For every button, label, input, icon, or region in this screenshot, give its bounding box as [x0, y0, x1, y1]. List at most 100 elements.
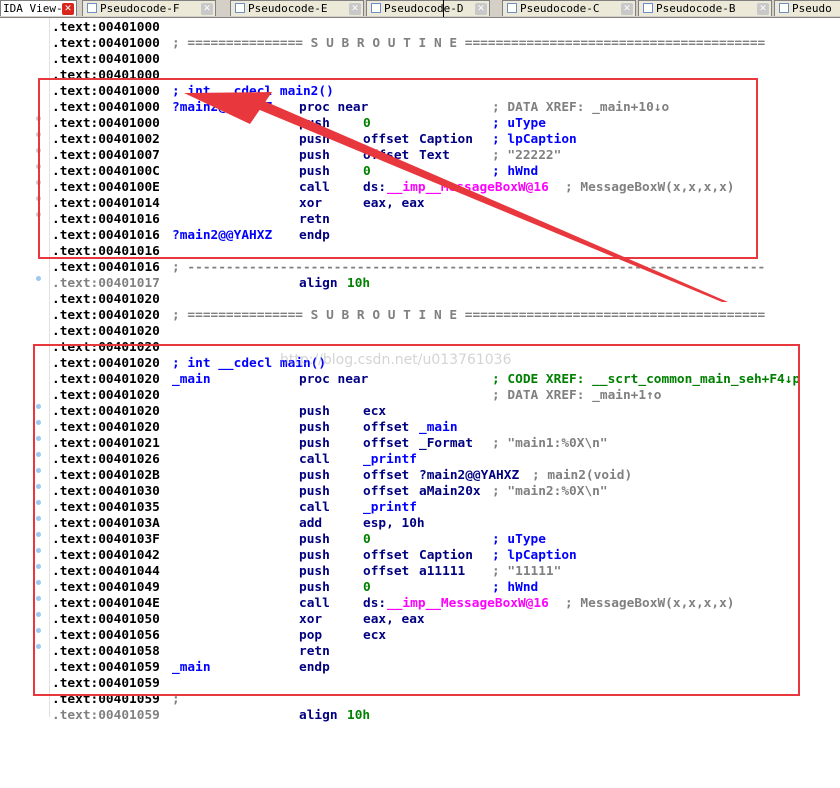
disasm-line[interactable]: .text:0040100C push 0 ; hWnd: [0, 164, 840, 180]
import-symbol[interactable]: __imp__MessageBoxW@16: [387, 596, 549, 612]
disasm-line[interactable]: .text:00401020 _main proc near ; CODE XR…: [0, 372, 840, 388]
disasm-line[interactable]: .text:00401020 push offset _main: [0, 420, 840, 436]
disasm-line[interactable]: .text:0040103A add esp, 10h: [0, 516, 840, 532]
breakpoint-dot[interactable]: [36, 500, 41, 505]
disasm-line[interactable]: .text:00401000 push 0 ; uType: [0, 116, 840, 132]
function-name[interactable]: _main: [172, 660, 211, 676]
tab-pseudocode-a[interactable]: Pseudo: [774, 0, 840, 16]
disasm-line[interactable]: .text:00401059: [0, 676, 840, 692]
watermark: http://blog.csdn.net/u013761036: [280, 352, 512, 368]
breakpoint-dot[interactable]: [36, 548, 41, 553]
operand-symbol[interactable]: ?main2@@YAHXZ: [419, 468, 519, 484]
breakpoint-dot[interactable]: [36, 148, 41, 153]
tab-pseudocode-e[interactable]: Pseudocode-E ✕: [230, 0, 364, 16]
breakpoint-dot[interactable]: [36, 628, 41, 633]
operand-symbol[interactable]: aMain20x: [419, 484, 481, 500]
close-icon[interactable]: ✕: [621, 3, 633, 15]
disasm-line[interactable]: .text:00401016 ?main2@@YAHXZ endp: [0, 228, 840, 244]
disasm-line[interactable]: .text:00401002 push offset Caption ; lpC…: [0, 132, 840, 148]
disasm-line[interactable]: .text:0040103F push 0 ; uType: [0, 532, 840, 548]
disasm-line[interactable]: .text:00401017 align 10h: [0, 276, 840, 292]
breakpoint-dot[interactable]: [36, 404, 41, 409]
disasm-line[interactable]: .text:00401021 push offset _Format ; "ma…: [0, 436, 840, 452]
disasm-line[interactable]: .text:00401000: [0, 68, 840, 84]
disasm-line[interactable]: .text:00401049 push 0 ; hWnd: [0, 580, 840, 596]
disasm-line[interactable]: .text:00401026 call _printf: [0, 452, 840, 468]
disasm-line[interactable]: .text:00401000: [0, 20, 840, 36]
breakpoint-dot[interactable]: [36, 596, 41, 601]
operand-symbol[interactable]: _main: [419, 420, 458, 436]
breakpoint-dot[interactable]: [36, 276, 41, 281]
tab-ida-view-a[interactable]: IDA View-A ✕: [0, 0, 77, 16]
xref-comment[interactable]: ; DATA XREF: _main+1↑o: [492, 388, 662, 404]
disasm-line[interactable]: .text:00401007 push offset Text ; "22222…: [0, 148, 840, 164]
operand-symbol[interactable]: _printf: [363, 500, 417, 516]
function-name[interactable]: ?main2@@YAHXZ: [172, 100, 272, 116]
breakpoint-dot[interactable]: [36, 436, 41, 441]
operand-symbol[interactable]: _printf: [363, 452, 417, 468]
function-name[interactable]: ?main2@@YAHXZ: [172, 228, 272, 244]
disasm-line[interactable]: .text:00401020: [0, 292, 840, 308]
tab-pseudocode-b[interactable]: Pseudocode-B ✕: [638, 0, 772, 16]
disasm-line[interactable]: .text:00401020 push ecx: [0, 404, 840, 420]
breakpoint-dot[interactable]: [36, 452, 41, 457]
tab-pseudocode-c[interactable]: Pseudocode-C ✕: [502, 0, 636, 16]
disasm-line[interactable]: .text:00401042 push offset Caption ; lpC…: [0, 548, 840, 564]
breakpoint-dot[interactable]: [36, 212, 41, 217]
disasm-line[interactable]: .text:00401016 ; -----------------------…: [0, 260, 840, 276]
breakpoint-dot[interactable]: [36, 612, 41, 617]
breakpoint-dot[interactable]: [36, 644, 41, 649]
disasm-line[interactable]: .text:00401050 xor eax, eax: [0, 612, 840, 628]
disasm-line[interactable]: .text:00401030 push offset aMain20x ; "m…: [0, 484, 840, 500]
close-icon[interactable]: ✕: [62, 3, 74, 15]
disasm-line[interactable]: .text:00401056 pop ecx: [0, 628, 840, 644]
disasm-line[interactable]: .text:00401016 retn: [0, 212, 840, 228]
import-symbol[interactable]: __imp__MessageBoxW@16: [387, 180, 549, 196]
breakpoint-dot[interactable]: [36, 516, 41, 521]
close-icon[interactable]: ✕: [201, 3, 213, 15]
breakpoint-dot[interactable]: [36, 196, 41, 201]
disasm-line[interactable]: .text:00401035 call _printf: [0, 500, 840, 516]
operand-symbol[interactable]: _Format: [419, 436, 473, 452]
mnemonic: align: [299, 276, 338, 291]
breakpoint-dot[interactable]: [36, 164, 41, 169]
disasm-line[interactable]: .text:00401059 ;: [0, 692, 840, 708]
disasm-line[interactable]: .text:00401058 retn: [0, 644, 840, 660]
operand-symbol[interactable]: Text: [419, 148, 450, 164]
breakpoint-dot[interactable]: [36, 580, 41, 585]
breakpoint-dot[interactable]: [36, 468, 41, 473]
disasm-line[interactable]: .text:00401016: [0, 244, 840, 260]
disasm-line[interactable]: .text:00401014 xor eax, eax: [0, 196, 840, 212]
disasm-line[interactable]: .text:00401020 ; DATA XREF: _main+1↑o: [0, 388, 840, 404]
disasm-line[interactable]: .text:0040104E call ds: __imp__MessageBo…: [0, 596, 840, 612]
disasm-line[interactable]: .text:0040100E call ds: __imp__MessageBo…: [0, 180, 840, 196]
disasm-line[interactable]: .text:00401000 ; int __cdecl main2(): [0, 84, 840, 100]
disasm-line[interactable]: .text:00401000 ?main2@@YAHXZ proc near ;…: [0, 100, 840, 116]
function-name[interactable]: _main: [172, 372, 211, 388]
xref-comment[interactable]: ; CODE XREF: __scrt_common_main_seh+F4↓p: [492, 372, 800, 388]
breakpoint-dot[interactable]: [36, 532, 41, 537]
breakpoint-dot[interactable]: [36, 180, 41, 185]
operand-symbol[interactable]: a11111: [419, 564, 465, 580]
disasm-line[interactable]: .text:00401059 align 10h: [0, 708, 840, 724]
tab-pseudocode-f[interactable]: Pseudocode-F ✕: [82, 0, 216, 16]
close-icon[interactable]: ✕: [757, 3, 769, 15]
close-icon[interactable]: ✕: [349, 3, 361, 15]
disasm-line[interactable]: .text:0040102B push offset ?main2@@YAHXZ…: [0, 468, 840, 484]
disasm-line[interactable]: .text:00401020: [0, 324, 840, 340]
disasm-line[interactable]: .text:00401020 ; =============== S U B R…: [0, 308, 840, 324]
close-icon[interactable]: ✕: [475, 3, 487, 15]
xref-comment[interactable]: ; DATA XREF: _main+10↓o: [492, 100, 669, 116]
disasm-line[interactable]: .text:00401044 push offset a11111 ; "111…: [0, 564, 840, 580]
operand-symbol[interactable]: Caption: [419, 548, 473, 564]
breakpoint-dot[interactable]: [36, 484, 41, 489]
disasm-line[interactable]: .text:00401000 ; =============== S U B R…: [0, 36, 840, 52]
tab-pseudocode-d[interactable]: Pseudocode-D ✕: [366, 0, 490, 16]
breakpoint-dot[interactable]: [36, 564, 41, 569]
breakpoint-dot[interactable]: [36, 116, 41, 121]
disasm-line[interactable]: .text:00401000: [0, 52, 840, 68]
disasm-line[interactable]: .text:00401059 _main endp: [0, 660, 840, 676]
breakpoint-dot[interactable]: [36, 132, 41, 137]
breakpoint-dot[interactable]: [36, 420, 41, 425]
operand-symbol[interactable]: Caption: [419, 132, 473, 148]
